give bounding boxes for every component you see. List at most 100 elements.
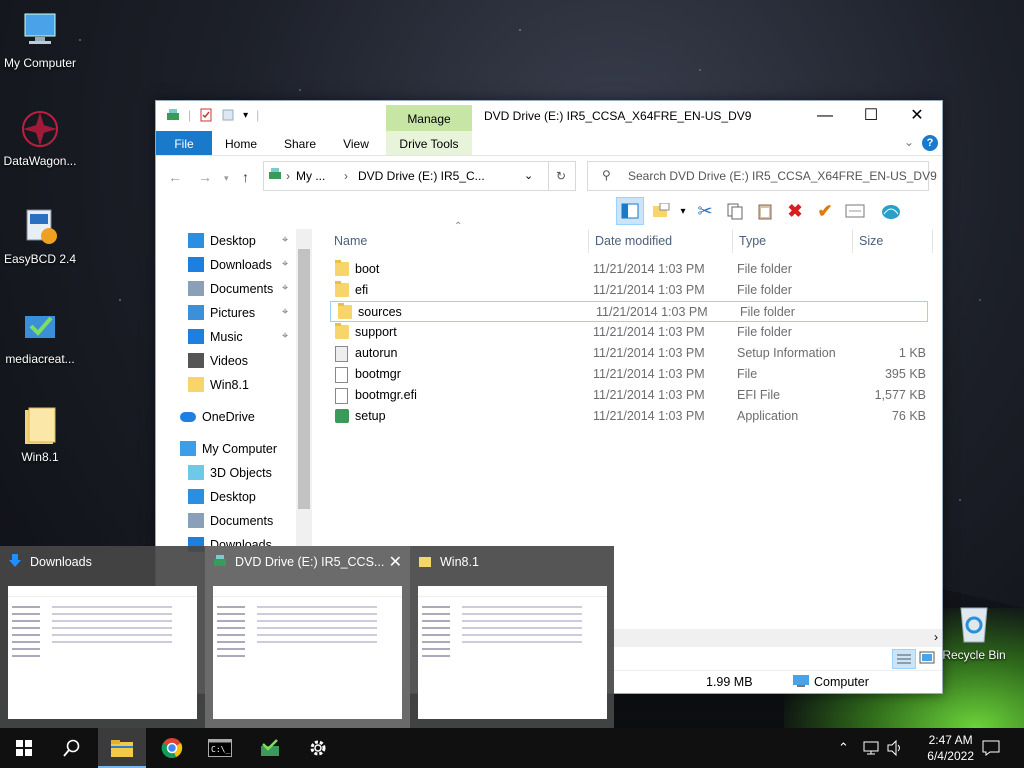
taskbar-file-explorer[interactable] xyxy=(98,728,146,768)
column-header-name[interactable]: Name xyxy=(334,229,367,253)
ribbon-expand-icon[interactable]: ⌄ xyxy=(904,135,914,149)
help-icon[interactable]: ? xyxy=(922,135,938,151)
maximize-button[interactable]: ☐ xyxy=(848,101,894,131)
dropdown-icon[interactable]: ▾ xyxy=(678,198,688,224)
file-row[interactable]: efi 11/21/2014 1:03 PM File folder xyxy=(328,280,928,301)
search-button[interactable] xyxy=(48,728,96,768)
nav-item[interactable]: Pictures ⌖ xyxy=(156,301,296,325)
tab-view[interactable]: View xyxy=(330,131,382,155)
scroll-right-icon[interactable]: › xyxy=(934,630,938,644)
file-row[interactable]: bootmgr.efi 11/21/2014 1:03 PM EFI File 1,5… xyxy=(328,385,928,406)
search-input[interactable]: Search DVD Drive (E:) IR5_CCSA_X64FRE_EN… xyxy=(628,169,937,183)
manage-contextual-tab[interactable]: Manage xyxy=(386,105,472,131)
address-dropdown-icon[interactable]: ⌄ xyxy=(524,169,533,182)
nav-item[interactable]: Documents xyxy=(156,509,296,533)
volume-button[interactable] xyxy=(886,728,904,768)
preview-win81[interactable]: Win8.1 xyxy=(410,546,615,728)
ribbon-tabs: File Home Share View Drive Tools ⌄ ? xyxy=(156,131,942,156)
column-divider[interactable] xyxy=(852,229,853,253)
clock-date: 6/4/2022 xyxy=(927,749,974,763)
nav-item[interactable]: Downloads ⌖ xyxy=(156,253,296,277)
title-bar[interactable]: | ▾ | Manage DVD Drive (E:) IR5_CCSA_X64… xyxy=(156,101,942,131)
breadcrumb-my-computer[interactable]: My ... xyxy=(296,169,325,183)
column-divider[interactable] xyxy=(588,229,589,253)
tab-home[interactable]: Home xyxy=(212,131,270,155)
minimize-button[interactable]: — xyxy=(802,101,848,131)
preview-title: DVD Drive (E:) IR5_CCS... xyxy=(235,555,385,569)
close-button[interactable]: ✕ xyxy=(894,101,940,131)
nav-item[interactable]: Desktop xyxy=(156,485,296,509)
nav-item[interactable]: OneDrive xyxy=(156,405,296,429)
file-row[interactable]: sources 11/21/2014 1:03 PM File folder xyxy=(330,301,928,322)
details-view-button[interactable] xyxy=(892,649,916,669)
file-row[interactable]: bootmgr 11/21/2014 1:03 PM File 395 KB xyxy=(328,364,928,385)
desktop-icon-easybcd[interactable]: EasyBCD 2.4 xyxy=(0,206,80,266)
search-box[interactable]: ⚲ Search DVD Drive (E:) IR5_CCSA_X64FRE_… xyxy=(587,161,937,191)
properties-icon[interactable] xyxy=(842,198,868,224)
nav-item[interactable]: Music ⌖ xyxy=(156,325,296,349)
nav-item[interactable]: Documents ⌖ xyxy=(156,277,296,301)
file-row[interactable]: boot 11/21/2014 1:03 PM File folder xyxy=(328,259,928,280)
network-button[interactable] xyxy=(862,728,880,768)
folder-icon xyxy=(335,323,349,339)
desktop-icon-label: Win8.1 xyxy=(21,450,59,464)
qat-dropdown-icon[interactable]: ▾ xyxy=(243,110,248,121)
preview-downloads[interactable]: Downloads xyxy=(0,546,205,728)
tab-drive-tools[interactable]: Drive Tools xyxy=(386,131,472,155)
nav-item[interactable]: 3D Objects xyxy=(156,461,296,485)
taskbar-drive[interactable] xyxy=(246,728,294,768)
nav-item[interactable]: Desktop ⌖ xyxy=(156,229,296,253)
desktop-icon-my-computer[interactable]: My Computer xyxy=(0,10,80,70)
column-divider[interactable] xyxy=(732,229,733,253)
thumbnail-nav-line xyxy=(12,606,40,608)
file-explorer-icon xyxy=(111,740,133,757)
breadcrumb-dvd-drive[interactable]: DVD Drive (E:) IR5_C... xyxy=(358,169,485,183)
preview-pane-icon[interactable] xyxy=(616,197,644,225)
file-row[interactable]: setup 11/21/2014 1:03 PM Application 76 KB xyxy=(328,406,928,427)
nav-item[interactable]: Videos xyxy=(156,349,296,373)
action-center-button[interactable] xyxy=(982,728,1000,768)
paste-icon[interactable] xyxy=(752,198,778,224)
nav-scroll-thumb[interactable] xyxy=(298,249,310,509)
large-icons-view-button[interactable] xyxy=(916,649,938,667)
system-clock[interactable]: 2:47 AM 6/4/2022 xyxy=(927,732,974,764)
recent-locations-icon[interactable]: ▾ xyxy=(224,173,229,184)
taskbar-chrome[interactable] xyxy=(148,728,196,768)
column-header-type[interactable]: Type xyxy=(739,229,766,253)
taskbar-command-prompt[interactable]: C:\_ xyxy=(196,728,244,768)
cut-icon[interactable]: ✂ xyxy=(692,198,718,224)
nav-item[interactable]: My Computer xyxy=(156,437,296,461)
taskbar-settings[interactable] xyxy=(294,728,342,768)
desktop-icon-recycle-bin[interactable]: Recycle Bin xyxy=(934,602,1014,662)
desktop-icon-mediacreation[interactable]: mediacreat... xyxy=(0,306,80,366)
pin-icon: ⌖ xyxy=(282,306,289,318)
show-hidden-icons-button[interactable]: ⌃ xyxy=(838,728,849,768)
start-button[interactable] xyxy=(0,728,48,768)
file-row[interactable]: autorun 11/21/2014 1:03 PM Setup Informati… xyxy=(328,343,928,364)
tab-file[interactable]: File xyxy=(156,131,212,155)
address-bar[interactable]: › My ... › DVD Drive (E:) IR5_C... ⌄ xyxy=(263,161,549,191)
desktop-icon-datawagon[interactable]: DataWagon... xyxy=(0,108,80,168)
properties-icon[interactable] xyxy=(199,108,213,122)
delete-icon[interactable]: ✖ xyxy=(782,198,808,224)
nav-item[interactable]: Win8.1 xyxy=(156,373,296,397)
new-folder-icon[interactable] xyxy=(648,198,674,224)
shell-icon[interactable] xyxy=(878,198,904,224)
forward-button[interactable]: → xyxy=(198,169,212,185)
column-header-date[interactable]: Date modified xyxy=(595,229,672,253)
column-header-size[interactable]: Size xyxy=(859,229,883,253)
copy-icon[interactable] xyxy=(722,198,748,224)
file-row[interactable]: support 11/21/2014 1:03 PM File folder xyxy=(328,322,928,343)
column-divider[interactable] xyxy=(932,229,933,253)
tab-share[interactable]: Share xyxy=(270,131,330,155)
preview-dvd-drive[interactable]: DVD Drive (E:) IR5_CCS... ✕ xyxy=(205,546,410,728)
desktop-icon-win81[interactable]: Win8.1 xyxy=(0,404,80,464)
preview-close-icon[interactable]: ✕ xyxy=(389,552,402,572)
rename-check-icon[interactable]: ✔ xyxy=(812,198,838,224)
preview-thumbnail xyxy=(418,586,607,719)
back-button[interactable]: ← xyxy=(168,169,182,185)
new-folder-icon[interactable] xyxy=(221,108,235,122)
refresh-button[interactable]: ↻ xyxy=(547,161,576,191)
svg-text:C:\_: C:\_ xyxy=(211,745,230,754)
up-button[interactable]: ↑ xyxy=(242,169,249,185)
